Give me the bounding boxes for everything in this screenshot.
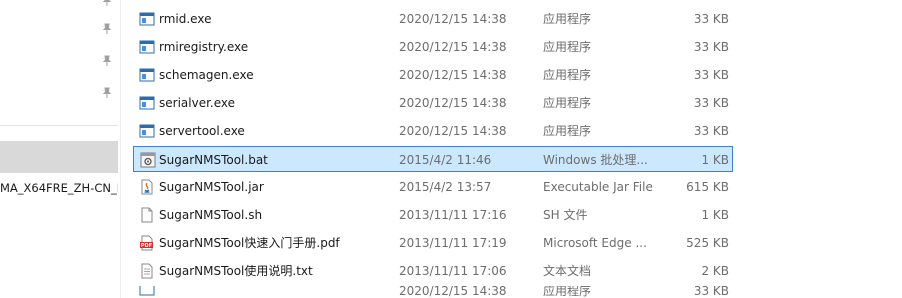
file-size: 1 KB bbox=[701, 208, 729, 222]
file-name: serialver.exe bbox=[159, 96, 236, 110]
file-row[interactable]: rmid.exe 2020/12/15 14:38 应用程序 33 KB bbox=[133, 6, 733, 32]
exe-icon bbox=[139, 124, 155, 138]
file-name: servertool.exe bbox=[159, 124, 245, 138]
file-date: 2020/12/15 14:38 bbox=[399, 68, 507, 82]
file-row-selected[interactable]: SugarNMSTool.bat 2015/4/2 11:46 Windows … bbox=[133, 146, 733, 172]
file-row[interactable]: schemagen.exe 2020/12/15 14:38 应用程序 33 K… bbox=[133, 62, 733, 88]
file-list: rmid.exe 2020/12/15 14:38 应用程序 33 KB rmi… bbox=[120, 0, 902, 298]
file-size: 615 KB bbox=[686, 180, 729, 194]
pdf-icon: PDF bbox=[140, 235, 153, 251]
file-row[interactable]: servertool.exe 2020/12/15 14:38 应用程序 33 … bbox=[133, 118, 733, 144]
file-row[interactable]: SugarNMSTool使用说明.txt 2013/11/11 17:06 文本… bbox=[133, 258, 733, 284]
file-type: 应用程序 bbox=[543, 286, 592, 298]
file-type: Executable Jar File bbox=[543, 180, 653, 194]
file-type: 应用程序 bbox=[543, 40, 592, 54]
file-row[interactable]: PDF SugarNMSTool快速入门手册.pdf 2013/11/11 17… bbox=[133, 230, 733, 256]
file-row[interactable]: 2020/12/15 14:38 应用程序 33 KB bbox=[133, 286, 733, 298]
exe-icon bbox=[139, 96, 155, 110]
file-type: Microsoft Edge ... bbox=[543, 236, 647, 250]
file-name: SugarNMSTool.jar bbox=[159, 180, 264, 194]
exe-icon bbox=[139, 286, 155, 296]
file-date: 2013/11/11 17:19 bbox=[399, 236, 507, 250]
exe-icon bbox=[139, 68, 155, 82]
file-size: 33 KB bbox=[693, 12, 729, 26]
file-row[interactable]: SugarNMSTool.jar 2015/4/2 13:57 Executab… bbox=[133, 174, 733, 200]
java-jar-icon bbox=[141, 179, 153, 195]
pin-icon[interactable] bbox=[100, 0, 114, 8]
file-type: 应用程序 bbox=[543, 12, 592, 26]
exe-icon bbox=[139, 40, 155, 54]
svg-text:PDF: PDF bbox=[141, 243, 152, 249]
file-date: 2020/12/15 14:38 bbox=[399, 124, 507, 138]
file-type: 应用程序 bbox=[543, 68, 592, 82]
navigation-pane: MA_X64FRE_ZH-CN_D bbox=[0, 0, 121, 298]
file-size: 33 KB bbox=[693, 286, 729, 298]
file-size: 33 KB bbox=[693, 96, 729, 110]
file-date: 2013/11/11 17:06 bbox=[399, 264, 507, 278]
file-type: Windows 批处理... bbox=[543, 153, 648, 167]
file-size: 33 KB bbox=[693, 124, 729, 138]
file-size: 525 KB bbox=[686, 236, 729, 250]
file-name: schemagen.exe bbox=[159, 68, 254, 82]
text-file-icon bbox=[141, 263, 153, 279]
blank-file-icon bbox=[141, 207, 153, 223]
file-date: 2015/4/2 11:46 bbox=[399, 153, 492, 167]
pin-icon[interactable] bbox=[100, 54, 114, 68]
file-size: 33 KB bbox=[693, 40, 729, 54]
file-date: 2020/12/15 14:38 bbox=[399, 96, 507, 110]
file-date: 2020/12/15 14:38 bbox=[399, 286, 507, 298]
nav-item-drive[interactable]: MA_X64FRE_ZH-CN_D bbox=[0, 179, 118, 197]
file-name: SugarNMSTool.bat bbox=[159, 153, 268, 167]
file-row[interactable]: serialver.exe 2020/12/15 14:38 应用程序 33 K… bbox=[133, 90, 733, 116]
file-date: 2020/12/15 14:38 bbox=[399, 40, 507, 54]
file-name: SugarNMSTool快速入门手册.pdf bbox=[159, 236, 340, 250]
file-type: 应用程序 bbox=[543, 124, 592, 138]
file-date: 2020/12/15 14:38 bbox=[399, 12, 507, 26]
file-date: 2015/4/2 13:57 bbox=[399, 180, 492, 194]
exe-icon bbox=[139, 12, 155, 26]
nav-item-selected[interactable] bbox=[0, 141, 118, 173]
file-row[interactable]: rmiregistry.exe 2020/12/15 14:38 应用程序 33… bbox=[133, 34, 733, 60]
file-type: 文本文档 bbox=[543, 264, 592, 278]
batch-file-icon bbox=[140, 152, 156, 168]
file-date: 2013/11/11 17:16 bbox=[399, 208, 507, 222]
file-name: SugarNMSTool.sh bbox=[159, 208, 263, 222]
file-type: 应用程序 bbox=[543, 96, 592, 110]
file-row[interactable]: SugarNMSTool.sh 2013/11/11 17:16 SH 文件 1… bbox=[133, 202, 733, 228]
file-name: rmiregistry.exe bbox=[159, 40, 249, 54]
file-size: 33 KB bbox=[693, 68, 729, 82]
pin-icon[interactable] bbox=[100, 86, 114, 100]
nav-divider bbox=[0, 125, 118, 126]
file-type: SH 文件 bbox=[543, 208, 588, 222]
file-name: rmid.exe bbox=[159, 12, 212, 26]
file-size: 1 KB bbox=[701, 153, 729, 167]
file-size: 2 KB bbox=[701, 264, 729, 278]
file-name: SugarNMSTool使用说明.txt bbox=[159, 264, 313, 278]
pin-icon[interactable] bbox=[100, 22, 114, 36]
